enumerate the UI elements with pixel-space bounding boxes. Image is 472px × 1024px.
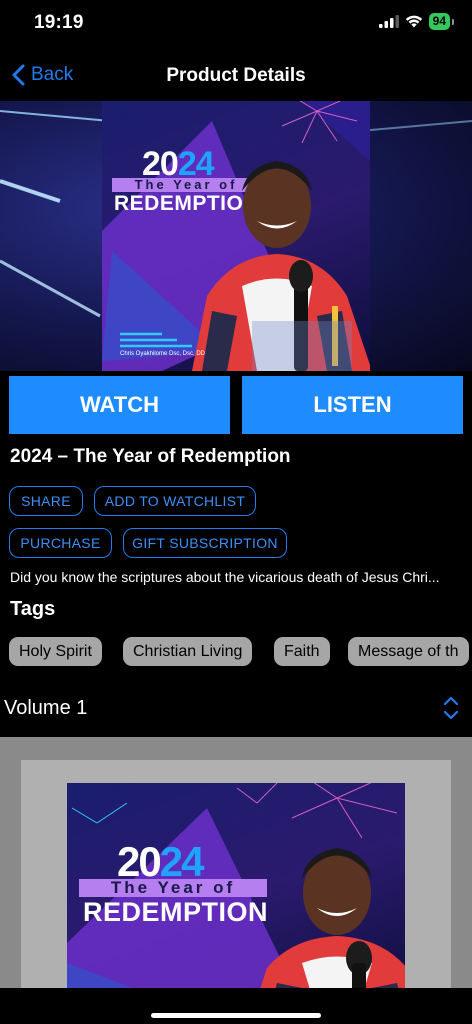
tag-message-of-the[interactable]: Message of th [348,637,469,666]
status-indicators: 94 [378,13,454,30]
cover-author-caption: Chris Oyakhilome Dsc, Dsc, DD [120,351,206,357]
episode-thumbnail[interactable]: 2024 The Year of REDEMPTION [67,783,405,1013]
wifi-icon [405,15,422,28]
status-bar: 19:19 94 [0,0,472,46]
tags-list[interactable]: Holy Spirit Christian Living Faith Messa… [9,637,472,666]
thumbnail-headline: REDEMPTION [83,897,269,927]
product-cover-image: 2024 The Year of REDEMPTION Chris Oyakhi… [0,101,472,371]
thumbnail-speaker-figure [252,848,405,1013]
listen-button[interactable]: LISTEN [242,376,463,434]
cellular-signal-icon [378,15,399,28]
battery-level: 94 [428,13,450,30]
tag-holy-spirit[interactable]: Holy Spirit [9,637,102,666]
thumbnail-subtitle: The Year of [79,879,267,897]
volume-label: Volume 1 [4,697,88,719]
gift-subscription-button[interactable]: GIFT SUBSCRIPTION [123,528,287,558]
home-indicator[interactable] [151,1013,321,1018]
purchase-button[interactable]: PURCHASE [9,528,112,558]
product-title: 2024 – The Year of Redemption [10,446,291,467]
navigation-bar: Back Product Details [0,56,472,96]
share-button[interactable]: SHARE [9,486,83,516]
tags-heading: Tags [10,598,56,620]
episode-card[interactable]: 2024 The Year of REDEMPTION [21,760,451,1024]
bottom-safe-area [0,988,472,1024]
volume-selector-row[interactable]: Volume 1 [0,690,472,726]
tag-christian-living[interactable]: Christian Living [123,637,253,666]
page-title: Product Details [166,65,306,86]
speaker-figure [192,161,370,371]
status-time: 19:19 [34,12,84,33]
cover-artwork: 2024 The Year of REDEMPTION Chris Oyakhi… [102,101,370,371]
chevron-up-down-icon[interactable] [442,695,460,721]
watch-button[interactable]: WATCH [9,376,230,434]
tag-faith[interactable]: Faith [274,637,330,666]
episode-list[interactable]: 2024 The Year of REDEMPTION [0,737,472,1024]
product-description[interactable]: Did you know the scriptures about the vi… [10,569,466,585]
add-to-watchlist-button[interactable]: ADD TO WATCHLIST [94,486,256,516]
battery-icon [452,18,454,25]
